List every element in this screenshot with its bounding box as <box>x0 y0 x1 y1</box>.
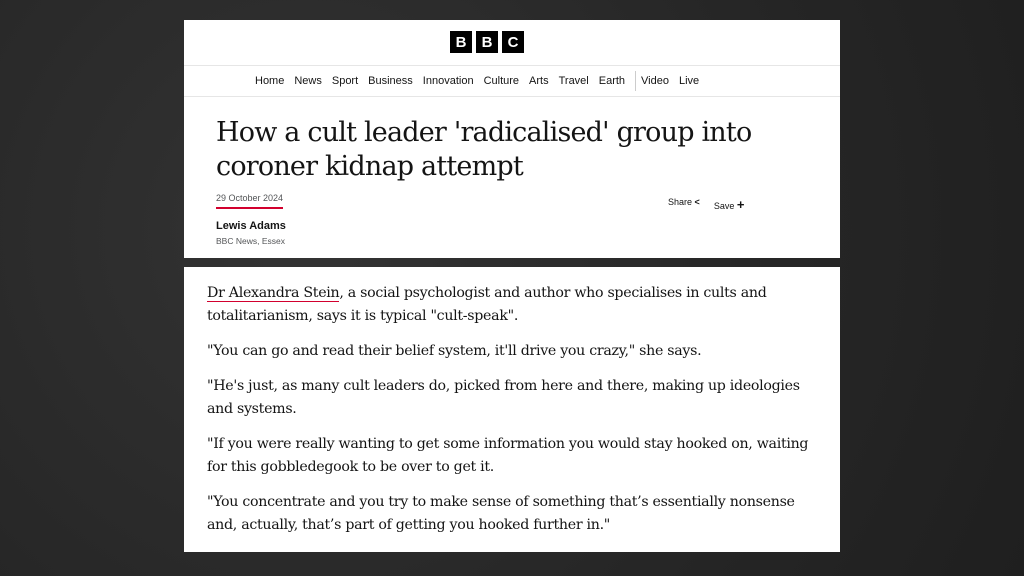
nav-sport[interactable]: Sport <box>332 75 358 87</box>
author-location: BBC News, Essex <box>216 236 285 246</box>
nav-culture[interactable]: Culture <box>484 75 519 87</box>
author-name: Lewis Adams <box>216 220 286 232</box>
plus-icon: + <box>736 197 745 212</box>
nav-innovation[interactable]: Innovation <box>423 75 474 87</box>
nav-arts[interactable]: Arts <box>529 75 549 87</box>
nav-home[interactable]: Home <box>255 75 284 87</box>
nav-separator <box>635 71 637 91</box>
logo-letter: B <box>476 31 498 53</box>
logo-letter: B <box>450 31 472 53</box>
save-label: Save <box>713 201 735 211</box>
logo-letter: C <box>502 31 524 53</box>
article-body-card: Dr Alexandra Stein, a social psychologis… <box>184 267 840 552</box>
share-button[interactable]: Share < <box>668 197 700 212</box>
nav-video[interactable]: Video <box>641 75 669 87</box>
article-actions: Share < Save + <box>668 197 744 212</box>
nav-earth[interactable]: Earth <box>599 75 625 87</box>
share-label: Share <box>668 197 693 207</box>
article-date: 29 October 2024 <box>216 193 284 209</box>
author-link[interactable]: Dr Alexandra Stein <box>207 285 340 302</box>
paragraph: "He's just, as many cult leaders do, pic… <box>207 378 800 417</box>
share-icon: < <box>694 197 700 207</box>
nav-live[interactable]: Live <box>679 75 699 87</box>
divider <box>184 65 840 66</box>
main-nav: Home News Sport Business Innovation Cult… <box>255 71 709 91</box>
paragraph: "You can go and read their belief system… <box>207 343 702 359</box>
nav-travel[interactable]: Travel <box>559 75 589 87</box>
save-button[interactable]: Save + <box>714 197 745 212</box>
bbc-logo[interactable]: BBC <box>450 31 524 53</box>
paragraph: Dr Alexandra Stein, a social psychologis… <box>207 282 827 328</box>
article-title: How a cult leader 'radicalised' group in… <box>216 117 752 182</box>
divider <box>184 96 840 97</box>
nav-business[interactable]: Business <box>368 75 413 87</box>
article-header-card: BBC Home News Sport Business Innovation … <box>184 20 840 258</box>
nav-news[interactable]: News <box>294 75 322 87</box>
paragraph: "If you were really wanting to get some … <box>207 436 809 475</box>
paragraph: "You concentrate and you try to make sen… <box>207 494 795 533</box>
